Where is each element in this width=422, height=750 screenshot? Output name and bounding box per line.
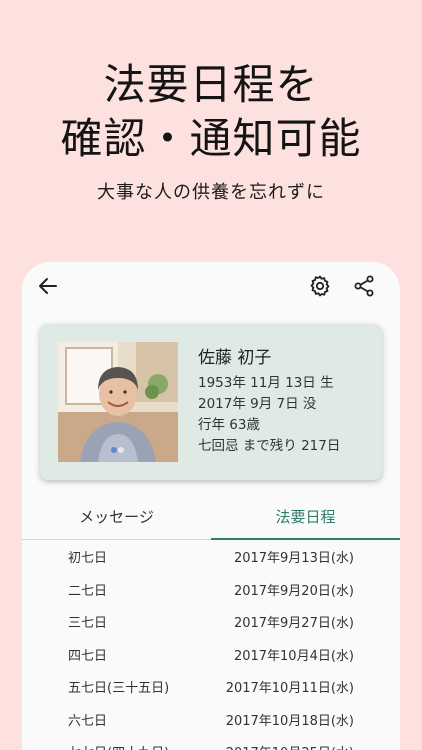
memorial-date: 2017年10月25日(水) <box>226 742 354 750</box>
schedule-row[interactable]: 四七日 2017年10月4日(水) <box>22 638 400 671</box>
schedule-row[interactable]: 六七日 2017年10月18日(水) <box>22 703 400 736</box>
share-icon[interactable] <box>352 274 376 298</box>
memorial-date: 2017年10月18日(水) <box>225 713 354 729</box>
tab-messages[interactable]: メッセージ <box>22 500 211 540</box>
schedule-row[interactable]: 三七日 2017年9月27日(水) <box>22 605 400 638</box>
gear-icon[interactable] <box>308 274 332 298</box>
memorial-name: 五七日(三十五日) <box>68 681 170 696</box>
promo-headline: 法要日程を 確認・通知可能 <box>0 58 422 166</box>
memorial-date: 2017年9月27日(水) <box>233 616 354 631</box>
next-memorial-countdown: 七回忌 まで残り 217日 <box>198 438 341 454</box>
birth-date: 1953年 11月 13日 生 <box>198 375 334 391</box>
schedule-list: 初七日 2017年9月13日(水) 二七日 2017年9月20日(水) 三七日 … <box>22 540 400 750</box>
toolbar <box>22 262 400 310</box>
schedule-row[interactable]: 初七日 2017年9月13日(水) <box>22 540 400 573</box>
memorial-date: 2017年9月13日(水) <box>233 551 354 566</box>
memorial-date: 2017年9月20日(水) <box>233 583 354 599</box>
tab-schedule[interactable]: 法要日程 <box>211 500 400 540</box>
app-screen: 佐藤 初子 1953年 11月 13日 生 2017年 9月 7日 没 行年 6… <box>22 262 400 750</box>
headline-line-1: 法要日程を <box>103 60 319 109</box>
memorial-name: 四七日 <box>68 648 108 664</box>
profile-card[interactable]: 佐藤 初子 1953年 11月 13日 生 2017年 9月 7日 没 行年 6… <box>40 324 382 480</box>
memorial-name: 初七日 <box>68 551 108 566</box>
profile-info: 佐藤 初子 1953年 11月 13日 生 2017年 9月 7日 没 行年 6… <box>198 348 340 457</box>
memorial-name: 二七日 <box>68 583 108 599</box>
arrow-left-icon[interactable] <box>36 274 60 298</box>
portrait-photo <box>58 342 178 462</box>
memorial-date: 2017年10月4日(水) <box>233 648 354 664</box>
schedule-row[interactable]: 七七日(四十九日) 2017年10月25日(水) <box>22 735 400 750</box>
schedule-row[interactable]: 五七日(三十五日) 2017年10月11日(水) <box>22 670 400 703</box>
deceased-name: 佐藤 初子 <box>198 348 272 368</box>
headline-line-2: 確認・通知可能 <box>60 114 362 163</box>
memorial-date: 2017年10月11日(水) <box>225 681 354 696</box>
tab-bar: メッセージ 法要日程 <box>22 500 400 540</box>
age-at-death: 行年 63歳 <box>198 417 260 433</box>
memorial-name: 三七日 <box>68 616 108 631</box>
memorial-name: 六七日 <box>68 713 108 729</box>
schedule-row[interactable]: 二七日 2017年9月20日(水) <box>22 573 400 606</box>
promo-subline: 大事な人の供養を忘れずに <box>97 182 325 203</box>
memorial-name: 七七日(四十九日) <box>68 742 169 750</box>
death-date: 2017年 9月 7日 没 <box>198 396 317 412</box>
